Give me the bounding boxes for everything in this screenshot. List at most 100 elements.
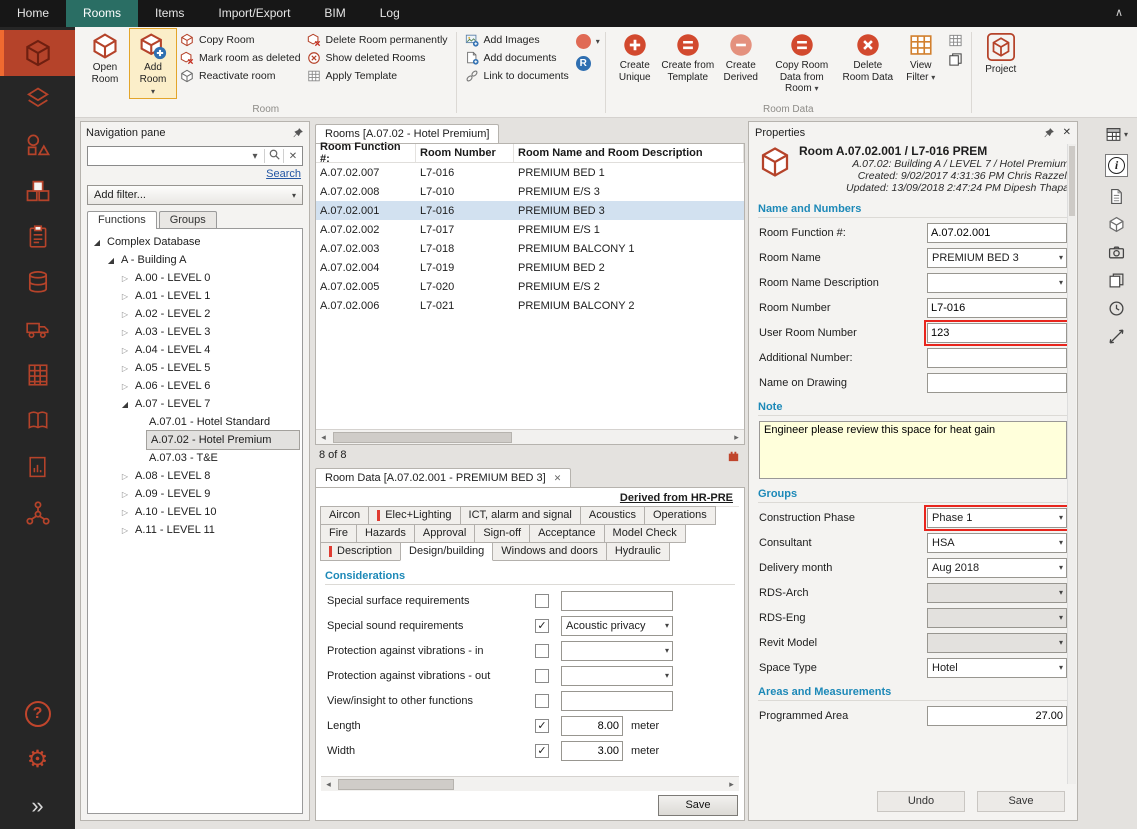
user-room-number-input[interactable]	[927, 323, 1067, 343]
pin-icon[interactable]	[292, 127, 304, 139]
rd-tab-design-building[interactable]: Design/building	[400, 542, 493, 561]
rd-tab-description[interactable]: Description	[320, 542, 401, 561]
room-function-input[interactable]	[927, 223, 1067, 243]
scroll-left-icon[interactable]: ◂	[316, 432, 331, 443]
menu-log[interactable]: Log	[363, 0, 417, 27]
vibrations-out-select[interactable]: ▾	[561, 666, 673, 686]
tree-item[interactable]: A.07.01 - Hotel Standard	[90, 413, 300, 431]
expand-icon[interactable]: ▷	[118, 274, 132, 283]
special-surface-checkbox[interactable]	[535, 594, 549, 608]
special-sound-select[interactable]: Acoustic privacy▾	[561, 616, 673, 636]
tree-item[interactable]: ▷A.04 - LEVEL 4	[90, 341, 300, 359]
length-input[interactable]	[561, 716, 623, 736]
search-link[interactable]: Search	[266, 168, 301, 180]
special-surface-input[interactable]	[561, 591, 673, 611]
width-input[interactable]	[561, 741, 623, 761]
tree-item[interactable]: ▷A.01 - LEVEL 1	[90, 287, 300, 305]
catalog-module-icon[interactable]	[0, 398, 75, 444]
name-on-drawing-input[interactable]	[927, 373, 1067, 393]
ribbon-collapse-icon[interactable]: ∧	[1101, 0, 1137, 27]
shapes-module-icon[interactable]	[0, 122, 75, 168]
scrollbar-thumb[interactable]	[1069, 146, 1075, 216]
project-button[interactable]: Project	[977, 28, 1025, 79]
expand-icon[interactable]: ▷	[118, 490, 132, 499]
copies-tool-button[interactable]	[1108, 272, 1125, 289]
tree-item[interactable]: ▷A.06 - LEVEL 6	[90, 377, 300, 395]
r-badge-icon[interactable]: R	[576, 56, 591, 71]
network-module-icon[interactable]	[0, 490, 75, 536]
delivery-month-select[interactable]: Aug 2018▾	[927, 558, 1067, 578]
table-row[interactable]: A.07.02.004L7-019PREMIUM BED 2	[316, 258, 744, 277]
length-checkbox[interactable]	[535, 719, 549, 733]
programmed-area-input[interactable]	[927, 706, 1067, 726]
space-type-select[interactable]: Hotel▾	[927, 658, 1067, 678]
scroll-right-icon[interactable]: ▸	[724, 779, 739, 790]
create-from-template-button[interactable]: Create from Template	[659, 28, 717, 86]
tree-item-selected[interactable]: A.07.02 - Hotel Premium	[90, 431, 300, 449]
room-number-input[interactable]	[927, 298, 1067, 318]
settings-gear-icon[interactable]: ⚙	[0, 737, 75, 783]
tree-item[interactable]: ▷A.03 - LEVEL 3	[90, 323, 300, 341]
search-icon[interactable]	[265, 148, 283, 164]
rd-tab-hydraulic[interactable]: Hydraulic	[606, 542, 670, 561]
help-icon[interactable]: ?	[0, 691, 75, 737]
special-sound-checkbox[interactable]	[535, 619, 549, 633]
view-filter-button[interactable]: View Filter ▾	[897, 28, 945, 86]
measurements-tool-button[interactable]	[1108, 328, 1125, 345]
logistics-module-icon[interactable]	[0, 306, 75, 352]
open-room-button[interactable]: Open Room	[81, 28, 129, 88]
rd-tab-acceptance[interactable]: Acceptance	[529, 524, 604, 543]
building-module-icon[interactable]	[0, 352, 75, 398]
rd-tab-approval[interactable]: Approval	[414, 524, 475, 543]
rooms-module-icon[interactable]	[0, 30, 75, 76]
scroll-right-icon[interactable]: ▸	[729, 432, 744, 443]
tree-item[interactable]: ◢Complex Database	[90, 233, 300, 251]
rd-tab-elec-lighting[interactable]: Elec+Lighting	[368, 506, 460, 525]
link-to-documents-button[interactable]: Link to documents	[465, 69, 569, 83]
search-input[interactable]	[88, 150, 246, 162]
history-tool-button[interactable]	[1108, 300, 1125, 317]
room-name-description-select[interactable]: ▾	[927, 273, 1067, 293]
table-row[interactable]: A.07.02.006L7-021PREMIUM BALCONY 2	[316, 296, 744, 315]
room-data-grid-button[interactable]	[948, 33, 963, 48]
expand-icon[interactable]: ▷	[118, 328, 132, 337]
rd-tab-hazards[interactable]: Hazards	[356, 524, 415, 543]
table-row[interactable]: A.07.02.008L7-010PREMIUM E/S 3	[316, 182, 744, 201]
vibrations-out-checkbox[interactable]	[535, 669, 549, 683]
rd-tab-windows-doors[interactable]: Windows and doors	[492, 542, 607, 561]
collapse-icon[interactable]: ◢	[90, 238, 104, 247]
room-data-save-button[interactable]: Save	[658, 795, 738, 816]
table-row[interactable]: A.07.02.002L7-017PREMIUM E/S 1	[316, 220, 744, 239]
report-module-icon[interactable]	[0, 444, 75, 490]
rd-tab-fire[interactable]: Fire	[320, 524, 357, 543]
menu-bim[interactable]: BIM	[307, 0, 362, 27]
add-filter-dropdown[interactable]: Add filter... ▾	[87, 185, 303, 205]
tree-item[interactable]: ▷A.00 - LEVEL 0	[90, 269, 300, 287]
rd-tab-model-check[interactable]: Model Check	[604, 524, 686, 543]
tab-groups[interactable]: Groups	[159, 211, 217, 229]
table-row[interactable]: A.07.02.003L7-018PREMIUM BALCONY 1	[316, 239, 744, 258]
expand-icon[interactable]: ▷	[118, 364, 132, 373]
products-module-icon[interactable]	[0, 168, 75, 214]
note-textarea[interactable]: Engineer please review this space for he…	[759, 421, 1067, 479]
apply-template-button[interactable]: Apply Template	[307, 69, 448, 83]
collapse-icon[interactable]: ◢	[118, 400, 132, 409]
add-documents-button[interactable]: Add documents	[465, 51, 569, 65]
properties-save-button[interactable]: Save	[977, 791, 1065, 812]
search-clear-icon[interactable]: ✕	[284, 151, 302, 162]
expand-icon[interactable]: ▷	[118, 382, 132, 391]
scrollbar-thumb[interactable]	[333, 432, 512, 443]
rd-tab-aircon[interactable]: Aircon	[320, 506, 369, 525]
rd-tab-sign-off[interactable]: Sign-off	[474, 524, 530, 543]
copy-room-data-from-room-button[interactable]: Copy Room Data from Room ▾	[765, 28, 839, 98]
expand-sidebar-icon[interactable]: »	[0, 783, 75, 829]
view-insight-checkbox[interactable]	[535, 694, 549, 708]
rds-arch-select[interactable]: ▾	[927, 583, 1067, 603]
close-tab-icon[interactable]: ✕	[554, 473, 562, 484]
tab-functions[interactable]: Functions	[87, 211, 157, 229]
create-derived-button[interactable]: Create Derived	[717, 28, 765, 86]
room-data-export-button[interactable]	[948, 52, 963, 67]
items-module-icon[interactable]	[0, 76, 75, 122]
menu-items[interactable]: Items	[138, 0, 201, 27]
table-row-selected[interactable]: A.07.02.001L7-016PREMIUM BED 3	[316, 201, 744, 220]
